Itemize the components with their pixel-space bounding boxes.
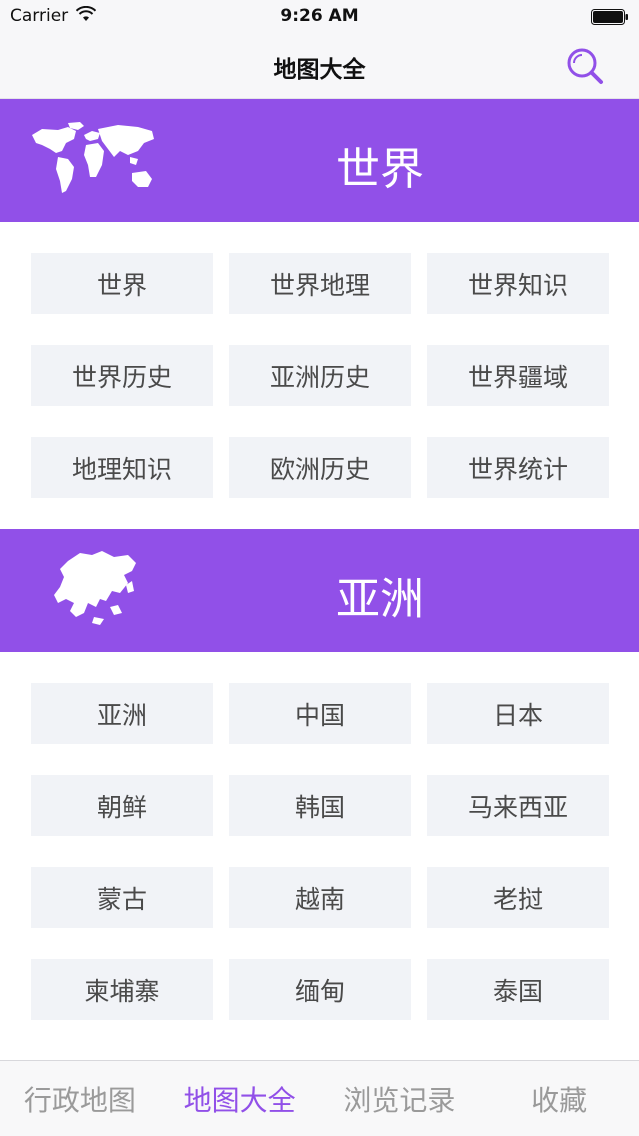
grid-item-geography-knowledge[interactable]: 地理知识 (31, 437, 213, 498)
grid-item-world-knowledge[interactable]: 世界知识 (427, 253, 609, 314)
section-banner-asia: 亚洲 (0, 529, 639, 652)
grid-item-thailand[interactable]: 泰国 (427, 959, 609, 1020)
grid-item-europe-history[interactable]: 欧洲历史 (229, 437, 411, 498)
grid-item-asia[interactable]: 亚洲 (31, 683, 213, 744)
grid-item-china[interactable]: 中国 (229, 683, 411, 744)
battery-icon (591, 9, 628, 25)
grid-item-vietnam[interactable]: 越南 (229, 867, 411, 928)
grid-item-myanmar[interactable]: 缅甸 (229, 959, 411, 1020)
tab-bar: 行政地图 地图大全 浏览记录 收藏 (0, 1060, 639, 1136)
tab-administrative-map[interactable]: 行政地图 (0, 1061, 160, 1136)
grid-item-north-korea[interactable]: 朝鲜 (31, 775, 213, 836)
world-map-icon (32, 122, 154, 193)
page-title: 地图大全 (273, 57, 366, 83)
grid-item-world-history[interactable]: 世界历史 (31, 345, 213, 406)
grid-item-japan[interactable]: 日本 (427, 683, 609, 744)
grid-item-mongolia[interactable]: 蒙古 (31, 867, 213, 928)
tab-browse-history[interactable]: 浏览记录 (320, 1061, 480, 1136)
grid-item-world[interactable]: 世界 (31, 253, 213, 314)
grid-item-world-territory[interactable]: 世界疆域 (427, 345, 609, 406)
tab-map-collection[interactable]: 地图大全 (160, 1061, 320, 1136)
grid-item-cambodia[interactable]: 柬埔寨 (31, 959, 213, 1020)
grid-item-south-korea[interactable]: 韩国 (229, 775, 411, 836)
screen: Carrier 9:26 AM 地图大全 世界 世界 世界地理 世界知识 世界历… (0, 0, 639, 1136)
section-title-world: 世界 (336, 144, 424, 195)
grid-item-malaysia[interactable]: 马来西亚 (427, 775, 609, 836)
grid-item-world-geography[interactable]: 世界地理 (229, 253, 411, 314)
search-icon[interactable] (565, 46, 605, 86)
clock: 9:26 AM (280, 6, 359, 26)
grid-item-world-statistics[interactable]: 世界统计 (427, 437, 609, 498)
grid-world: 世界 世界地理 世界知识 世界历史 亚洲历史 世界疆域 地理知识 欧洲历史 世界… (0, 222, 639, 529)
asia-map-icon (54, 551, 136, 625)
status-bar: Carrier 9:26 AM (0, 0, 639, 34)
grid-item-asia-history[interactable]: 亚洲历史 (229, 345, 411, 406)
section-banner-world: 世界 (0, 99, 639, 222)
grid-asia: 亚洲 中国 日本 朝鲜 韩国 马来西亚 蒙古 越南 老挝 柬埔寨 缅甸 泰国 (0, 652, 639, 1051)
content-scroll[interactable]: 世界 世界 世界地理 世界知识 世界历史 亚洲历史 世界疆域 地理知识 欧洲历史… (0, 99, 639, 1060)
section-title-asia: 亚洲 (336, 574, 424, 625)
navigation-bar: 地图大全 (0, 34, 639, 99)
grid-item-laos[interactable]: 老挝 (427, 867, 609, 928)
tab-favorites[interactable]: 收藏 (479, 1061, 639, 1136)
